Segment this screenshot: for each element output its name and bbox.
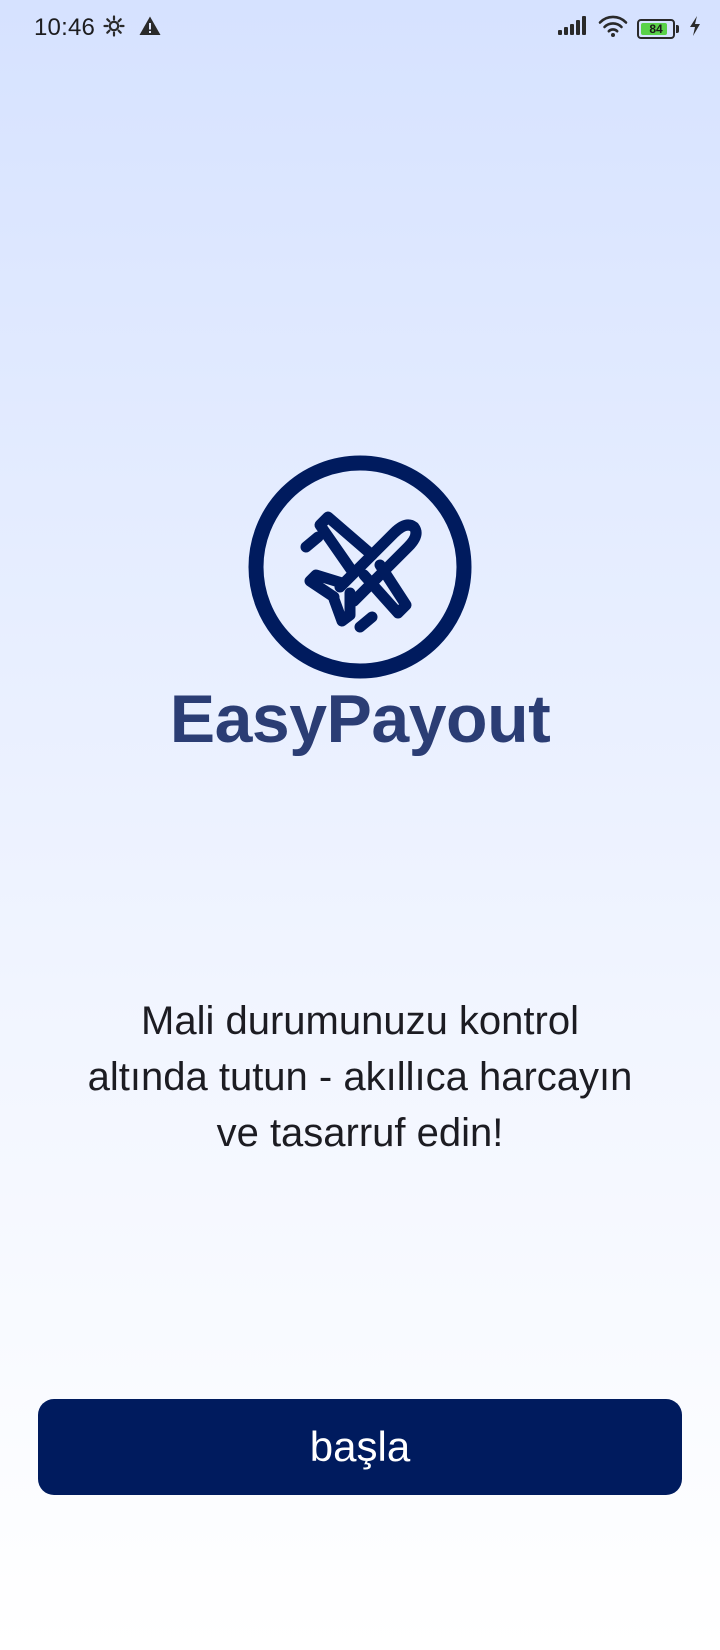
app-name: EasyPayout xyxy=(169,681,551,757)
status-right-icons: 84 xyxy=(557,14,702,43)
airplane-icon xyxy=(248,455,472,679)
start-button[interactable]: başla xyxy=(38,1399,682,1495)
battery-level: 84 xyxy=(649,21,663,36)
battery-cap xyxy=(676,24,679,33)
signal-icon xyxy=(557,15,589,42)
app-logo xyxy=(248,455,472,679)
charging-icon xyxy=(688,15,702,42)
tagline: Mali durumunuzu kontrol altında tutun - … xyxy=(87,999,633,1155)
settings-gear-icon xyxy=(102,14,126,43)
status-bar: 10:46 84 xyxy=(0,0,720,56)
status-left-icons xyxy=(102,14,162,43)
status-time: 10:46 xyxy=(34,14,96,41)
battery-icon: 84 xyxy=(637,18,675,39)
wifi-icon xyxy=(598,14,628,43)
warning-icon xyxy=(138,14,162,43)
